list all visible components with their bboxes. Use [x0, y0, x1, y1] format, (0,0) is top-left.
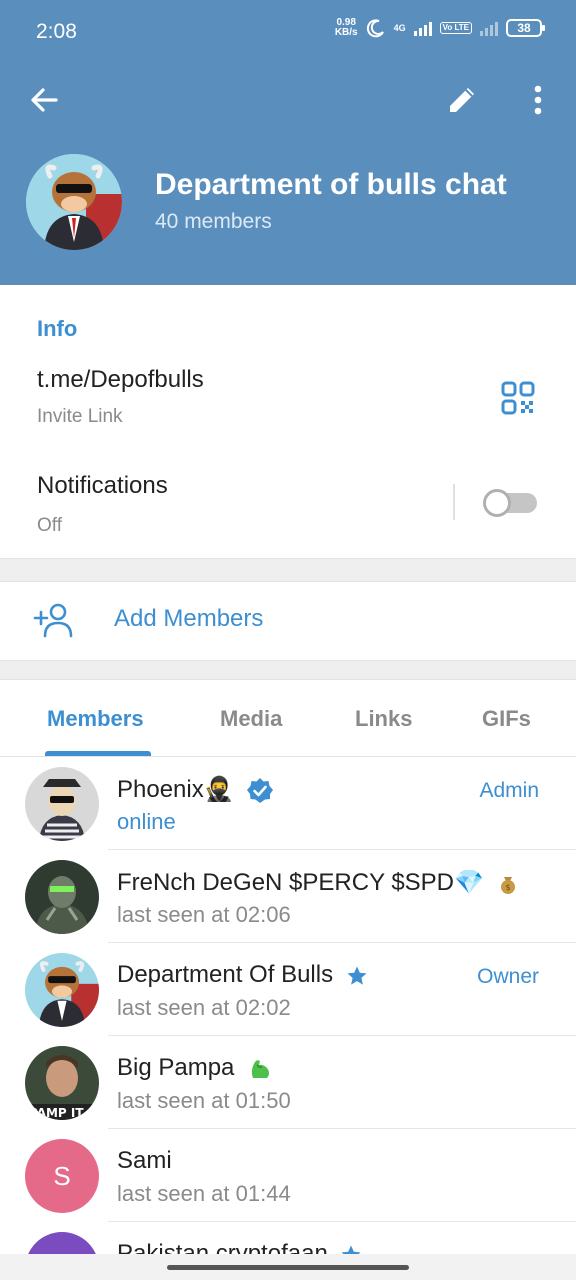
tab-bar: Members Media Links GIFs: [0, 680, 576, 757]
status-bar: 2:08 0.98 KB/s 4G Vo LTE 38: [0, 0, 576, 64]
star-icon: [341, 1245, 361, 1254]
pencil-icon[interactable]: [442, 80, 482, 120]
member-name: FreNch DeGeN $PERCY $SPD💎 $: [117, 868, 519, 897]
info-heading: Info: [37, 316, 78, 341]
tab-gifs[interactable]: GIFs: [482, 706, 531, 732]
member-status: last seen at 02:06: [117, 902, 291, 927]
member-row-department-of-bulls[interactable]: Department Of Bulls last seen at 02:02 O…: [0, 943, 576, 1036]
status-time: 2:08: [36, 20, 77, 43]
svg-text:PAMP IT: PAMP IT: [29, 1106, 84, 1120]
avatar: [25, 767, 99, 841]
more-vertical-icon[interactable]: [518, 80, 558, 120]
member-row-phoenix[interactable]: Phoenix🥷 online Admin: [0, 757, 576, 850]
avatar: [25, 953, 99, 1027]
notifications-value: Off: [37, 515, 62, 536]
section-divider: [0, 558, 576, 582]
bull-avatar-image: [26, 154, 122, 250]
member-row-sami[interactable]: S Sami last seen at 01:44: [0, 1129, 576, 1222]
member-name: Pakistan cryptofaan: [117, 1240, 362, 1254]
tab-media[interactable]: Media: [220, 706, 282, 732]
divider: [453, 484, 455, 520]
avatar: [25, 1232, 99, 1254]
member-status: last seen at 02:02: [117, 995, 291, 1020]
notifications-label[interactable]: Notifications: [37, 472, 168, 500]
tab-indicator: [45, 751, 151, 756]
volte-badge: Vo LTE: [439, 22, 472, 34]
moon-icon: [366, 19, 384, 38]
member-row-big-pampa[interactable]: PAMP IT Big Pampa last seen at 01:50: [0, 1036, 576, 1129]
tab-members[interactable]: Members: [47, 706, 144, 732]
avatar: S: [25, 1139, 99, 1213]
star-icon: [347, 966, 367, 985]
member-role: Owner: [477, 965, 539, 988]
tab-links[interactable]: Links: [355, 706, 412, 732]
net-speed: 0.98 KB/s: [334, 17, 358, 38]
member-status: last seen at 01:44: [117, 1181, 291, 1206]
profile-header: 2:08 0.98 KB/s 4G Vo LTE 38 Department o…: [0, 0, 576, 285]
add-members-label: Add Members: [114, 605, 264, 632]
member-name: Department Of Bulls: [117, 961, 368, 989]
bag-icon: $: [500, 876, 515, 894]
add-members-button[interactable]: Add Members: [0, 582, 576, 660]
avatar: PAMP IT: [25, 1046, 99, 1120]
member-status: last seen at 01:50: [117, 1088, 291, 1113]
flexed-biceps-icon: [251, 1059, 270, 1078]
arrow-left-icon[interactable]: [24, 80, 64, 120]
member-name: Big Pampa: [117, 1054, 273, 1082]
qr-code-icon[interactable]: [501, 381, 535, 415]
invite-link-label: Invite Link: [37, 406, 123, 427]
member-name: Sami: [117, 1147, 172, 1174]
member-count: 40 members: [155, 210, 272, 233]
section-divider-2: [0, 660, 576, 680]
home-gesture-handle[interactable]: [167, 1265, 409, 1270]
avatar: [25, 860, 99, 934]
battery-icon: 38: [506, 19, 545, 37]
status-icons: 0.98 KB/s 4G Vo LTE 38: [334, 17, 545, 38]
notifications-toggle[interactable]: [483, 489, 538, 517]
member-row-french-degen[interactable]: FreNch DeGeN $PERCY $SPD💎 $ last seen at…: [0, 850, 576, 943]
member-row-pakistan-cryptofaan[interactable]: Pakistan cryptofaan: [0, 1222, 576, 1254]
member-status: online: [117, 809, 176, 834]
group-title: Department of bulls chat: [155, 168, 507, 201]
member-role: Admin: [479, 779, 539, 802]
group-avatar[interactable]: [26, 154, 122, 250]
network-type: 4G: [393, 23, 406, 33]
verified-icon: [247, 777, 274, 803]
navigation-bar: [0, 1254, 576, 1280]
member-name: Phoenix🥷: [117, 775, 274, 805]
signal-icon: [413, 20, 432, 36]
invite-link[interactable]: t.me/Depofbulls: [37, 366, 204, 394]
svg-text:$: $: [505, 883, 510, 892]
add-person-icon: [33, 603, 73, 638]
signal-2-icon: [480, 20, 498, 36]
